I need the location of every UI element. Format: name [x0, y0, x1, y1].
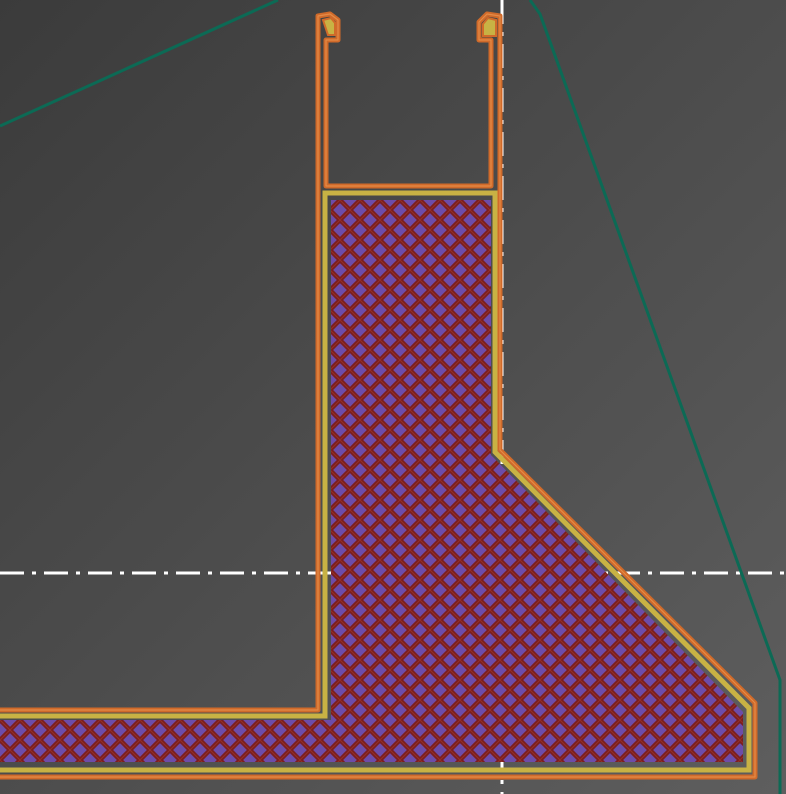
right-hook-tip: [482, 16, 497, 37]
layer-preview-canvas[interactable]: [0, 0, 786, 794]
gcode-preview-viewport[interactable]: [0, 0, 786, 794]
